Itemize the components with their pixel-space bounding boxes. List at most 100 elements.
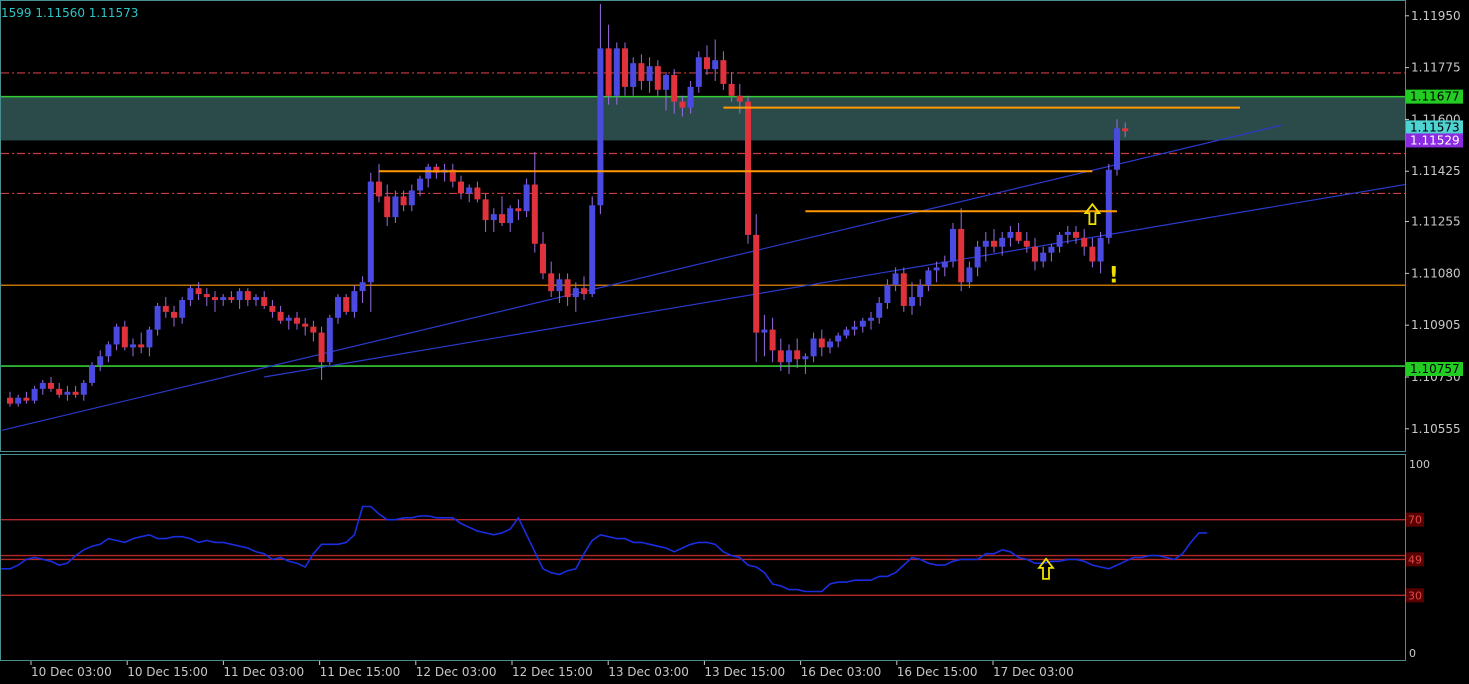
candle-body [1015, 231, 1022, 241]
candle-body [72, 391, 79, 395]
candle [343, 294, 350, 315]
price-label-text: 1.11573 [1410, 120, 1460, 134]
price-label-zone-top: 1.11677 [1406, 89, 1463, 104]
candle-body [220, 297, 227, 301]
trading-chart[interactable]: ! 704930 1.119501.117751.116001.114251.1… [0, 0, 1469, 684]
candle-body [89, 365, 95, 383]
price-label-zone-line: 1.10757 [1406, 361, 1463, 376]
time-tick-label: 12 Dec 03:00 [416, 665, 497, 679]
candle-body [966, 267, 973, 283]
candle-body [695, 57, 702, 87]
candle-body [1081, 237, 1088, 247]
candle-body [244, 291, 251, 301]
candle-body [958, 228, 965, 283]
candle-body [663, 75, 669, 90]
candle-body [56, 388, 63, 395]
rsi-level-label: 30 [1408, 589, 1422, 602]
candle-body [326, 317, 333, 363]
candle-body [630, 63, 637, 87]
candle-body [138, 344, 145, 348]
candle-body [1089, 246, 1096, 262]
candle-body [335, 297, 341, 318]
candle-body [1105, 169, 1112, 238]
time-tick-label: 16 Dec 15:00 [897, 665, 978, 679]
time-tick-label: 13 Dec 03:00 [608, 665, 689, 679]
candle-body [1056, 234, 1063, 247]
candle-body [1048, 246, 1055, 253]
candle-body [540, 243, 546, 274]
candle-body [835, 335, 842, 342]
candle-body [572, 288, 579, 298]
candle [326, 314, 333, 366]
price-tick-label: 1.11255 [1411, 215, 1461, 229]
candle-body [171, 311, 177, 318]
candle-body [48, 382, 54, 389]
candle-body [523, 184, 530, 212]
candle-body [425, 166, 432, 179]
candle-body [400, 196, 407, 206]
candle-body [982, 240, 989, 247]
candle-body [941, 261, 948, 268]
candle-body [80, 382, 87, 395]
price-tick-label: 1.11080 [1411, 266, 1461, 280]
candle-body [187, 288, 194, 301]
candle-body [900, 273, 907, 306]
time-tick-label: 12 Dec 15:00 [512, 665, 593, 679]
candle-body [802, 356, 809, 360]
candle-body [499, 214, 505, 224]
candle-body [851, 326, 858, 330]
candle-body [868, 317, 874, 321]
candle-body [39, 382, 46, 389]
candle-body [548, 273, 555, 292]
candle-body [892, 273, 899, 286]
candle-body [531, 184, 538, 244]
price-tick-label: 1.11425 [1411, 164, 1461, 178]
candle-body [671, 75, 678, 102]
candle [900, 267, 907, 312]
candle-body [991, 240, 997, 247]
candle-body [736, 95, 743, 102]
candle-body [1032, 246, 1038, 262]
candle-body [179, 300, 186, 318]
candle-body [490, 214, 497, 221]
candle [950, 223, 956, 268]
candle-body [818, 338, 825, 348]
candle-body [64, 391, 71, 395]
rsi-axis-min: 0 [1409, 647, 1416, 660]
candle-body [507, 208, 514, 224]
candle-body [121, 326, 128, 348]
candle-body [154, 305, 161, 330]
candle-body [646, 66, 653, 81]
candle-body [318, 332, 325, 363]
candle [1105, 163, 1112, 244]
candle-body [638, 63, 645, 81]
candle-body [302, 323, 309, 327]
candle-body [343, 297, 350, 312]
quote-readout: 1599 1.11560 1.11573 [1, 6, 138, 20]
candle-body [1114, 128, 1120, 170]
price-tick-label: 1.10905 [1411, 318, 1461, 332]
candle-body [367, 181, 374, 283]
candle-body [31, 388, 38, 401]
candle-body [228, 297, 235, 301]
candle-body [97, 356, 104, 366]
candle [589, 196, 596, 298]
candle-body [777, 350, 784, 363]
candle-body [482, 199, 489, 221]
candle-body [269, 305, 276, 312]
candle-body [810, 338, 817, 357]
candle-body [203, 294, 210, 298]
candle-body [359, 282, 366, 292]
candle-body [351, 291, 358, 312]
price-label-text: 1.11677 [1410, 90, 1460, 104]
candle-body [597, 48, 604, 206]
candle-body [712, 60, 719, 70]
exclamation-marker: ! [1109, 263, 1119, 288]
candle-body [130, 344, 136, 348]
candle-body [408, 190, 415, 206]
candle [613, 42, 620, 105]
candle-body [999, 237, 1006, 247]
candle-body [613, 48, 620, 96]
candle-body [1122, 128, 1129, 132]
candle-body [827, 341, 833, 348]
